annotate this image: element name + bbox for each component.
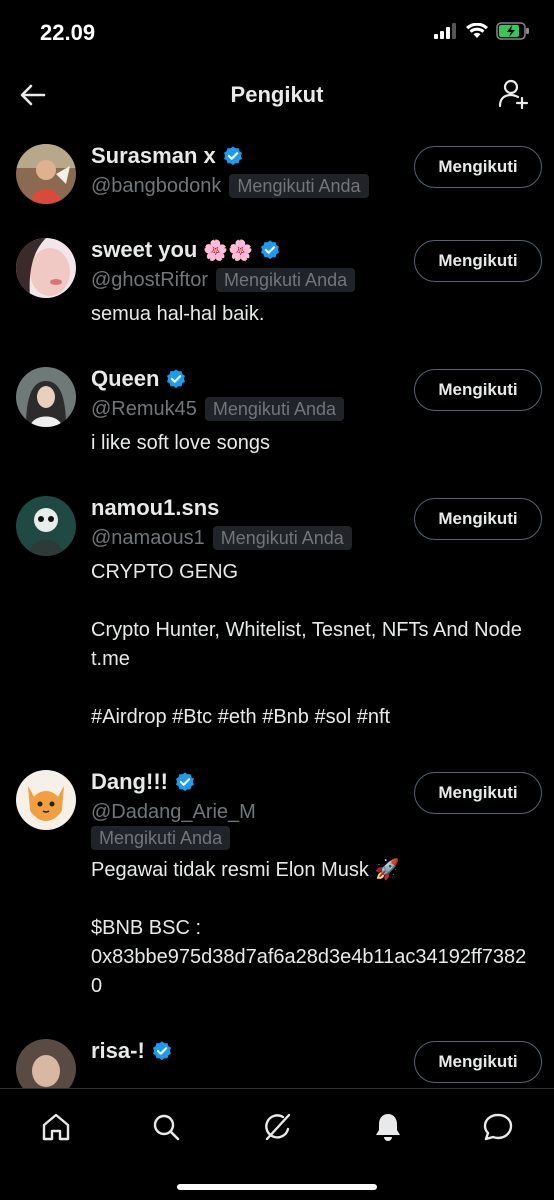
avatar[interactable] [16, 770, 76, 830]
messages-icon [483, 1113, 513, 1141]
follows-you-badge: Mengikuti Anda [216, 268, 356, 292]
bell-icon [376, 1114, 400, 1141]
display-name: namou1.sns [91, 495, 220, 520]
verified-badge-icon [261, 240, 280, 260]
tab-notifications[interactable] [368, 1107, 408, 1147]
list-item[interactable]: Dang!!! @Dadang_Arie_M Mengikuti Anda Pe… [0, 752, 554, 1021]
home-indicator [177, 1184, 377, 1190]
avatar[interactable] [16, 144, 76, 204]
avatar[interactable] [16, 238, 76, 298]
verified-badge-icon [223, 146, 242, 166]
status-time: 22.09 [40, 20, 96, 45]
following-button[interactable]: Mengikuti [414, 498, 542, 540]
avatar[interactable] [16, 367, 76, 427]
follows-you-badge: Mengikuti Anda [212, 526, 352, 550]
verified-badge-icon [176, 772, 194, 792]
tab-messages[interactable] [478, 1107, 518, 1147]
header: Pengikut [0, 64, 554, 126]
following-button[interactable]: Mengikuti [414, 1041, 542, 1083]
user-handle: @namaous1 [91, 527, 205, 549]
following-button[interactable]: Mengikuti [414, 146, 542, 188]
follows-you-badge: Mengikuti Anda [229, 174, 369, 198]
list-item[interactable]: sweet you 🌸🌸 @ghostRiftor Mengikuti Anda… [0, 220, 554, 349]
user-handle: @Dadang_Arie_M [91, 801, 256, 823]
name-emoji: 🌸🌸 [203, 239, 254, 262]
display-name: Dang!!! [91, 769, 168, 794]
list-item[interactable]: Queen @Remuk45 Mengikuti Anda i like sof… [0, 349, 554, 478]
user-handle: @bangbodonk [91, 175, 222, 197]
tab-home[interactable] [36, 1107, 76, 1147]
grok-icon [265, 1113, 291, 1141]
status-bar: 22.09 [0, 0, 554, 64]
user-bio: CRYPTO GENG Crypto Hunter, Whitelist, Te… [91, 561, 522, 728]
user-handle: @Remuk45 [91, 398, 197, 420]
display-name: sweet you [91, 237, 198, 262]
display-name: Surasman x [91, 143, 216, 168]
home-icon [42, 1113, 70, 1141]
following-button[interactable]: Mengikuti [414, 772, 542, 814]
avatar[interactable] [16, 1039, 76, 1088]
person-add-icon [498, 79, 529, 110]
search-icon [153, 1114, 180, 1141]
following-button[interactable]: Mengikuti [414, 240, 542, 282]
wifi-icon [466, 23, 488, 38]
user-bio: Pegawai tidak resmi Elon Musk 🚀 $BNB BSC… [91, 859, 527, 997]
user-handle: @ghostRiftor [91, 269, 209, 291]
followers-list[interactable]: Surasman x @bangbodonk Mengikuti Anda Me… [0, 126, 554, 1088]
avatar[interactable] [16, 496, 76, 556]
status-icons [434, 22, 530, 40]
display-name: Queen [91, 366, 160, 391]
bottom-tab-bar [0, 1088, 554, 1200]
display-name: risa-! [91, 1038, 145, 1063]
battery-icon [496, 22, 529, 40]
verified-badge-icon [167, 369, 186, 389]
list-item[interactable]: Surasman x @bangbodonk Mengikuti Anda Me… [0, 126, 554, 220]
page-title: Pengikut [230, 82, 324, 107]
add-user-button[interactable] [498, 78, 530, 110]
following-button[interactable]: Mengikuti [414, 369, 542, 411]
list-item[interactable]: namou1.sns @namaous1 Mengikuti Anda CRYP… [0, 478, 554, 752]
user-bio: semua hal-hal baik. [91, 303, 265, 325]
user-bio: i like soft love songs [91, 432, 270, 454]
follows-you-badge: Mengikuti Anda [204, 397, 344, 421]
verified-badge-icon [152, 1041, 171, 1061]
tab-search[interactable] [146, 1107, 186, 1147]
signal-icon [434, 23, 456, 39]
follows-you-badge: Mengikuti Anda [91, 826, 231, 850]
tab-grok[interactable] [257, 1107, 297, 1147]
list-item[interactable]: risa-! Mengikuti [0, 1021, 554, 1088]
